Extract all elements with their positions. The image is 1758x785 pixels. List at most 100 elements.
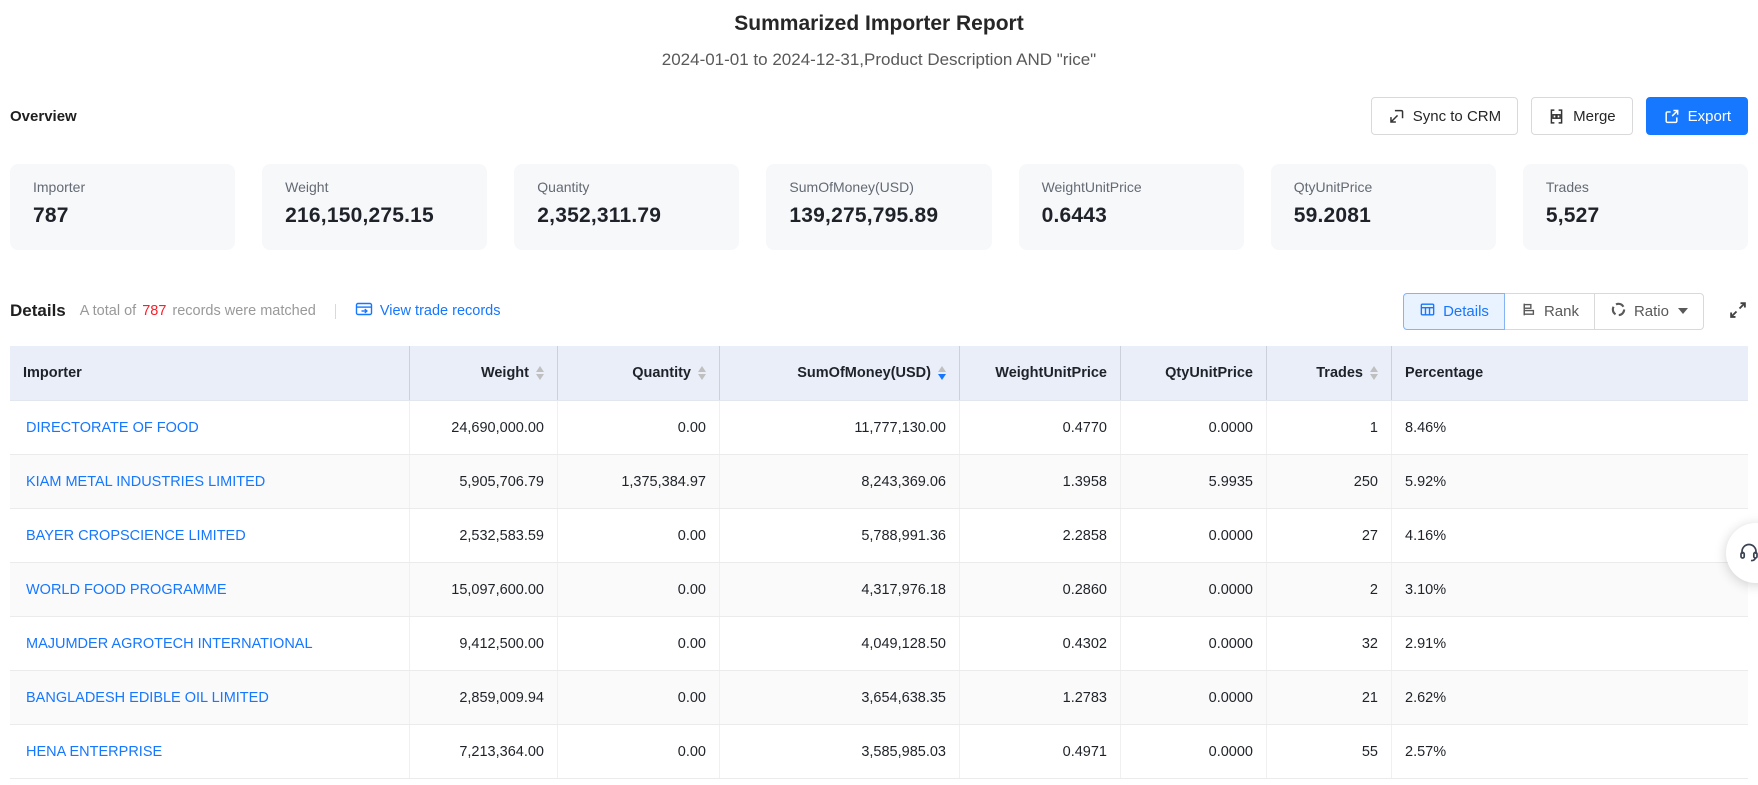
stat-card-value: 787	[33, 204, 212, 228]
headset-icon	[1737, 540, 1758, 567]
column-label: Importer	[23, 365, 82, 381]
table-row: MAJUMDER AGROTECH INTERNATIONAL 9,412,50…	[10, 617, 1748, 671]
sync-to-crm-button[interactable]: Sync to CRM	[1371, 97, 1518, 135]
percentage-cell: 2.62%	[1391, 671, 1748, 724]
weight-cell: 24,690,000.00	[409, 401, 557, 454]
quantity-cell: 0.00	[557, 563, 719, 616]
view-controls: Details Rank Ratio	[1403, 293, 1748, 330]
quantity-cell: 0.00	[557, 671, 719, 724]
sum-of-money-cell: 5,788,991.36	[719, 509, 959, 562]
trades-cell: 27	[1266, 509, 1391, 562]
importer-table: Importer Weight Quantity SumOfMoney(USD)…	[10, 346, 1748, 779]
importer-link[interactable]: WORLD FOOD PROGRAMME	[26, 582, 227, 598]
overview-heading: Overview	[10, 108, 77, 125]
sort-icon	[698, 366, 706, 380]
toolbar: Sync to CRM Merge Export	[1371, 97, 1748, 135]
stat-card-label: SumOfMoney(USD)	[789, 179, 968, 195]
trades-cell: 32	[1266, 617, 1391, 670]
view-trade-records-label: View trade records	[380, 303, 501, 319]
qty-unit-price-cell: 0.0000	[1120, 401, 1266, 454]
qty-unit-price-cell: 0.0000	[1120, 671, 1266, 724]
column-label: Weight	[481, 365, 529, 381]
view-trade-records-link[interactable]: View trade records	[355, 301, 501, 321]
merge-icon	[1548, 108, 1565, 125]
importer-link[interactable]: MAJUMDER AGROTECH INTERNATIONAL	[26, 636, 313, 652]
stat-card-value: 5,527	[1546, 204, 1725, 228]
export-icon	[1663, 108, 1680, 125]
match-prefix: A total of	[80, 303, 136, 319]
table-row: DIRECTORATE OF FOOD 24,690,000.00 0.00 1…	[10, 401, 1748, 455]
fullscreen-button[interactable]	[1728, 300, 1748, 323]
stat-card: Trades 5,527	[1523, 164, 1748, 250]
fullscreen-expand-icon	[1728, 300, 1748, 323]
trades-cell: 21	[1266, 671, 1391, 724]
percentage-cell: 5.92%	[1391, 455, 1748, 508]
importer-link[interactable]: BAYER CROPSCIENCE LIMITED	[26, 528, 246, 544]
stat-card-value: 2,352,311.79	[537, 204, 716, 228]
importer-link[interactable]: HENA ENTERPRISE	[26, 744, 162, 760]
importer-cell: BANGLADESH EDIBLE OIL LIMITED	[10, 671, 409, 724]
stat-card-value: 216,150,275.15	[285, 204, 464, 228]
match-suffix: records were matched	[172, 303, 315, 319]
importer-cell: DIRECTORATE OF FOOD	[10, 401, 409, 454]
weight-unit-price-cell: 2.2858	[959, 509, 1120, 562]
export-label: Export	[1688, 108, 1731, 125]
column-label: Trades	[1316, 365, 1363, 381]
trades-cell: 55	[1266, 725, 1391, 778]
quantity-cell: 0.00	[557, 725, 719, 778]
tab-details[interactable]: Details	[1403, 293, 1505, 330]
trades-cell: 1	[1266, 401, 1391, 454]
tab-ratio[interactable]: Ratio	[1594, 293, 1704, 330]
percentage-cell: 4.16%	[1391, 509, 1748, 562]
page-subtitle: 2024-01-01 to 2024-12-31,Product Descrip…	[0, 50, 1758, 70]
importer-cell: BAYER CROPSCIENCE LIMITED	[10, 509, 409, 562]
sum-of-money-cell: 4,049,128.50	[719, 617, 959, 670]
merge-label: Merge	[1573, 108, 1616, 125]
percentage-cell: 2.57%	[1391, 725, 1748, 778]
stat-card-value: 0.6443	[1042, 204, 1221, 228]
sort-icon	[536, 366, 544, 380]
column-header-qty-unit-price: QtyUnitPrice	[1120, 346, 1266, 400]
column-header-trades[interactable]: Trades	[1266, 346, 1391, 400]
stat-card: Weight 216,150,275.15	[262, 164, 487, 250]
quantity-cell: 0.00	[557, 617, 719, 670]
importer-cell: MAJUMDER AGROTECH INTERNATIONAL	[10, 617, 409, 670]
export-button[interactable]: Export	[1646, 97, 1748, 135]
column-label: SumOfMoney(USD)	[797, 365, 931, 381]
column-label: Quantity	[632, 365, 691, 381]
tab-ratio-label: Ratio	[1634, 303, 1669, 320]
weight-unit-price-cell: 1.3958	[959, 455, 1120, 508]
importer-link[interactable]: BANGLADESH EDIBLE OIL LIMITED	[26, 690, 269, 706]
table-row: BAYER CROPSCIENCE LIMITED 2,532,583.59 0…	[10, 509, 1748, 563]
importer-link[interactable]: DIRECTORATE OF FOOD	[26, 420, 199, 436]
sum-of-money-cell: 3,585,985.03	[719, 725, 959, 778]
sum-of-money-cell: 4,317,976.18	[719, 563, 959, 616]
qty-unit-price-cell: 0.0000	[1120, 617, 1266, 670]
importer-link[interactable]: KIAM METAL INDUSTRIES LIMITED	[26, 474, 265, 490]
weight-cell: 15,097,600.00	[409, 563, 557, 616]
merge-button[interactable]: Merge	[1531, 97, 1633, 135]
sum-of-money-cell: 8,243,369.06	[719, 455, 959, 508]
divider	[335, 304, 336, 319]
tab-rank[interactable]: Rank	[1504, 293, 1595, 330]
column-header-weight[interactable]: Weight	[409, 346, 557, 400]
column-header-percentage: Percentage	[1391, 346, 1748, 400]
column-header-sum-of-money[interactable]: SumOfMoney(USD)	[719, 346, 959, 400]
match-summary: A total of 787 records were matched	[80, 303, 316, 319]
tab-details-label: Details	[1443, 303, 1489, 320]
page-title: Summarized Importer Report	[0, 0, 1758, 36]
stat-card-label: Importer	[33, 179, 212, 195]
table-row: WORLD FOOD PROGRAMME 15,097,600.00 0.00 …	[10, 563, 1748, 617]
percentage-cell: 8.46%	[1391, 401, 1748, 454]
importer-cell: HENA ENTERPRISE	[10, 725, 409, 778]
stat-card: SumOfMoney(USD) 139,275,795.89	[766, 164, 991, 250]
quantity-cell: 1,375,384.97	[557, 455, 719, 508]
quantity-cell: 0.00	[557, 509, 719, 562]
stat-card: Quantity 2,352,311.79	[514, 164, 739, 250]
table-row: HENA ENTERPRISE 7,213,364.00 0.00 3,585,…	[10, 725, 1748, 779]
weight-cell: 7,213,364.00	[409, 725, 557, 778]
quantity-cell: 0.00	[557, 401, 719, 454]
column-header-quantity[interactable]: Quantity	[557, 346, 719, 400]
stat-card: WeightUnitPrice 0.6443	[1019, 164, 1244, 250]
sum-of-money-cell: 3,654,638.35	[719, 671, 959, 724]
